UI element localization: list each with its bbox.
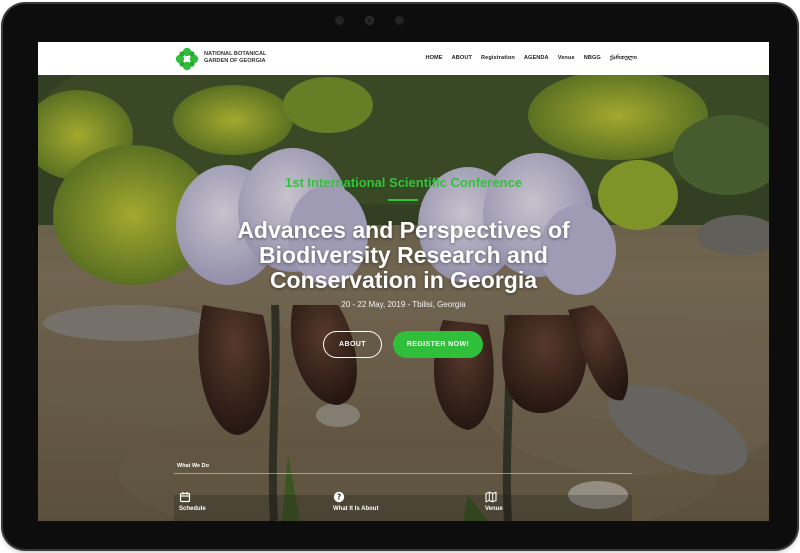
nav-venue[interactable]: Venue <box>558 55 575 61</box>
feature-about-label: What It Is About <box>333 506 379 512</box>
question-icon: ? <box>333 491 345 503</box>
brand-name[interactable]: NATIONAL BOTANICAL GARDEN OF GEORGIA <box>204 51 294 65</box>
nav-nbgg[interactable]: NBGG <box>584 55 601 61</box>
what-we-do-label: What We Do <box>177 463 209 469</box>
tablet-frame: NATIONAL BOTANICAL GARDEN OF GEORGIA HOM… <box>3 4 797 549</box>
what-we-do-divider <box>174 473 632 474</box>
title-line-1: Advances and Perspectives of <box>237 217 570 243</box>
conference-title: Advances and Perspectives of Biodiversit… <box>168 218 639 293</box>
main-menu: HOME ABOUT Registration AGENDA Venue NBG… <box>425 55 637 61</box>
conference-dates: 20 - 22 May, 2019 - Tbilisi, Georgia <box>341 300 466 309</box>
brand-name-line2: GARDEN OF GEORGIA <box>204 58 266 64</box>
feature-schedule[interactable]: Schedule <box>179 491 206 512</box>
feature-venue[interactable]: Venue <box>485 491 503 512</box>
title-divider <box>388 199 418 201</box>
svg-text:?: ? <box>337 493 341 502</box>
feature-venue-label: Venue <box>485 506 503 512</box>
about-button[interactable]: ABOUT <box>323 331 382 358</box>
nav-agenda[interactable]: AGENDA <box>524 55 549 61</box>
brand-name-line1: NATIONAL BOTANICAL <box>204 51 267 57</box>
title-line-3: Conservation in Georgia <box>269 267 538 293</box>
sensor-dot <box>395 16 404 25</box>
hero-dark-overlay <box>38 75 769 521</box>
nav-home[interactable]: HOME <box>425 55 442 61</box>
what-we-do-panel <box>174 495 632 521</box>
feature-schedule-label: Schedule <box>179 506 206 512</box>
site-header: NATIONAL BOTANICAL GARDEN OF GEORGIA HOM… <box>38 42 769 75</box>
camera-lens <box>365 16 374 25</box>
hero-section: 1st International Scientific Conference … <box>38 75 769 521</box>
browser-viewport: NATIONAL BOTANICAL GARDEN OF GEORGIA HOM… <box>38 42 769 521</box>
nav-about[interactable]: ABOUT <box>452 55 472 61</box>
feature-what-it-is-about[interactable]: ? What It Is About <box>333 491 378 512</box>
garden-logo-icon[interactable] <box>174 46 200 72</box>
register-now-button[interactable]: REGISTER NOW! <box>393 331 483 358</box>
calendar-icon <box>179 492 191 503</box>
sensor-dot <box>335 16 344 25</box>
nav-registration[interactable]: Registration <box>481 55 515 61</box>
nav-language-georgian[interactable]: ქართული <box>610 55 637 61</box>
conference-kicker: 1st International Scientific Conference <box>285 175 522 190</box>
title-line-2: Biodiversity Research and <box>259 242 548 268</box>
map-icon <box>485 491 497 503</box>
